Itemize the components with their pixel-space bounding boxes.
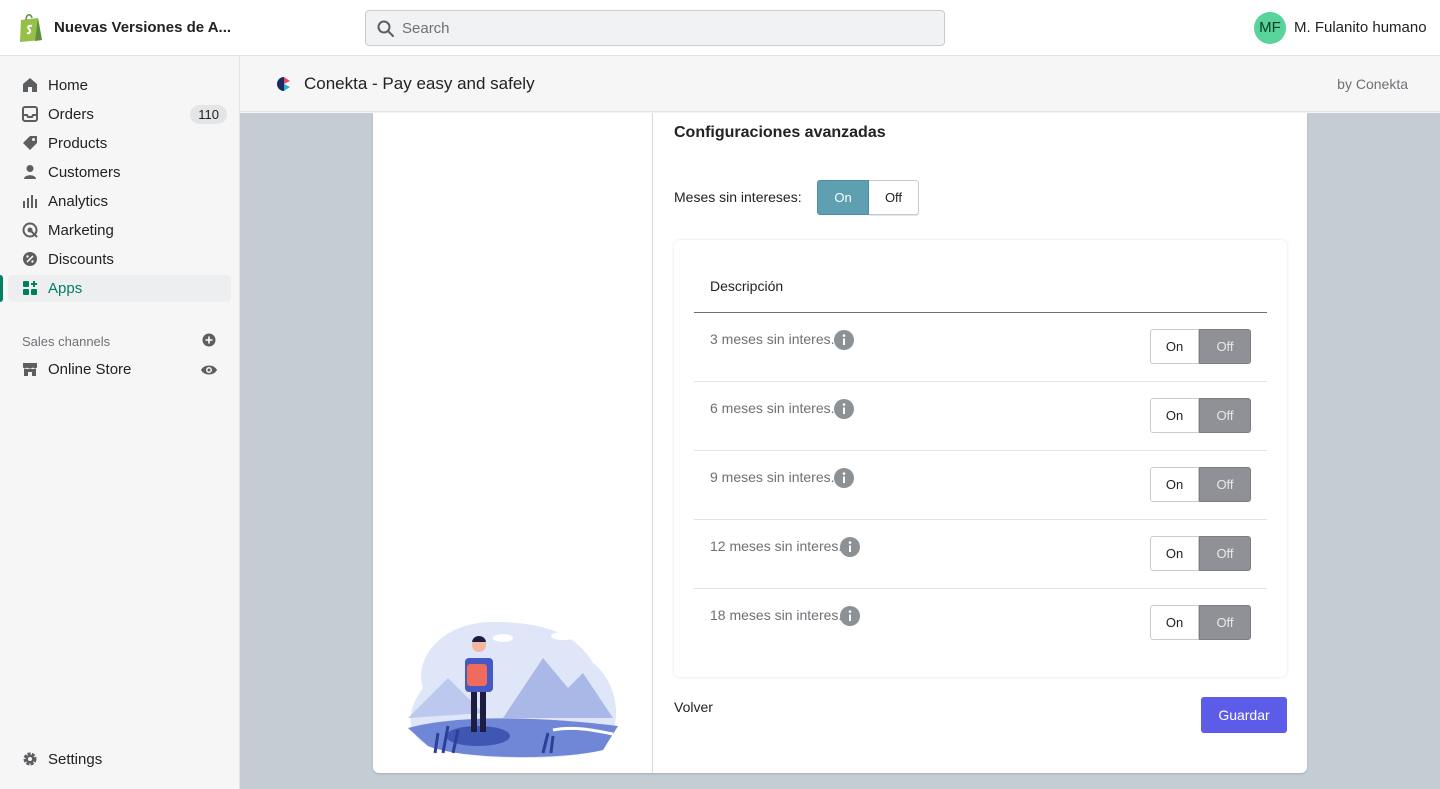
description-column-header: Descripción <box>710 278 784 294</box>
person-icon <box>24 165 36 179</box>
installment-off-button[interactable]: Off <box>1199 605 1251 640</box>
installment-toggle: On Off <box>1150 536 1251 571</box>
orders-count-badge: 110 <box>190 105 227 124</box>
search-bar[interactable] <box>365 10 945 46</box>
installment-row-6: 6 meses sin interes. On Off <box>694 382 1267 451</box>
tag-icon <box>23 136 37 150</box>
installment-toggle: On Off <box>1150 605 1251 640</box>
add-circle-icon[interactable] <box>202 333 216 347</box>
app-content: Configuraciones avanzadas Meses sin inte… <box>240 113 1440 789</box>
eye-icon[interactable] <box>200 363 218 377</box>
sidebar-item-label: Online Store <box>48 361 132 378</box>
installment-on-button[interactable]: On <box>1150 605 1199 640</box>
sidebar-item-label: Settings <box>48 751 103 768</box>
sidebar-item-home[interactable]: Home <box>8 72 231 99</box>
sidebar-item-label: Apps <box>48 280 83 297</box>
installment-label: 3 meses sin interes. <box>710 331 835 347</box>
sidebar-item-analytics[interactable]: Analytics <box>8 188 231 215</box>
sidebar-item-label: Orders <box>48 106 94 123</box>
store-name[interactable]: Nuevas Versiones de A... <box>54 19 231 36</box>
installment-label: 9 meses sin interes. <box>710 469 835 485</box>
sidebar-item-products[interactable]: Products <box>8 130 231 157</box>
config-card: Configuraciones avanzadas Meses sin inte… <box>373 113 1307 773</box>
installment-on-button[interactable]: On <box>1150 329 1199 364</box>
save-button[interactable]: Guardar <box>1201 697 1287 733</box>
store-icon <box>23 363 37 376</box>
home-icon <box>23 78 37 92</box>
info-icon[interactable] <box>834 399 854 419</box>
meses-on-button[interactable]: On <box>817 180 869 215</box>
orders-icon <box>22 106 38 122</box>
installment-toggle: On Off <box>1150 398 1251 433</box>
card-divider <box>652 113 653 773</box>
user-name[interactable]: M. Fulanito humano <box>1294 19 1427 36</box>
info-icon[interactable] <box>834 330 854 350</box>
installment-label: 18 meses sin interes. <box>710 607 843 623</box>
meses-sin-intereses-toggle: On Off <box>817 180 919 215</box>
meses-sin-intereses-label: Meses sin intereses: <box>674 189 802 205</box>
sales-channels-title: Sales channels <box>22 334 111 349</box>
search-icon <box>377 20 394 37</box>
sidebar-item-settings[interactable]: Settings <box>8 746 231 773</box>
sidebar-item-label: Home <box>48 77 89 94</box>
search-input[interactable] <box>402 11 932 45</box>
shopify-bag-icon[interactable] <box>18 12 44 42</box>
installment-off-button[interactable]: Off <box>1199 467 1251 502</box>
installment-off-button[interactable]: Off <box>1199 536 1251 571</box>
installment-label: 12 meses sin interes. <box>710 538 843 554</box>
app-title: Conekta - Pay easy and safely <box>304 74 535 93</box>
info-icon[interactable] <box>840 606 860 626</box>
sidebar-item-label: Marketing <box>48 222 114 239</box>
sidebar-item-orders[interactable]: Orders 110 <box>8 101 231 128</box>
meses-off-button[interactable]: Off <box>869 180 919 215</box>
installment-off-button[interactable]: Off <box>1199 398 1251 433</box>
installment-off-button[interactable]: Off <box>1199 329 1251 364</box>
sidebar-item-apps[interactable]: Apps <box>0 275 231 302</box>
info-icon[interactable] <box>834 468 854 488</box>
sidebar-item-label: Products <box>48 135 108 152</box>
sidebar-item-customers[interactable]: Customers <box>8 159 231 186</box>
back-link[interactable]: Volver <box>674 699 713 715</box>
hiker-illustration <box>408 621 618 758</box>
discount-icon <box>23 252 37 266</box>
analytics-icon <box>23 195 37 208</box>
info-icon[interactable] <box>840 537 860 557</box>
installment-toggle: On Off <box>1150 467 1251 502</box>
installment-row-9: 9 meses sin interes. On Off <box>694 451 1267 520</box>
installment-label: 6 meses sin interes. <box>710 400 835 416</box>
app-header: Conekta - Pay easy and safely by Conekta <box>240 56 1440 112</box>
installment-on-button[interactable]: On <box>1150 398 1199 433</box>
top-bar: Nuevas Versiones de A... MF M. Fulanito … <box>0 0 1440 56</box>
apps-icon <box>23 281 37 295</box>
sidebar-item-label: Customers <box>48 164 121 181</box>
installment-toggle: On Off <box>1150 329 1251 364</box>
sidebar-item-label: Discounts <box>48 251 114 268</box>
conekta-logo-icon <box>277 77 290 91</box>
sidebar-item-discounts[interactable]: Discounts <box>8 246 231 273</box>
avatar[interactable]: MF <box>1254 12 1286 44</box>
installment-row-18: 18 meses sin interes. On Off <box>694 589 1267 658</box>
gear-icon <box>23 752 37 766</box>
installment-row-3: 3 meses sin interes. On Off <box>694 313 1267 382</box>
installments-table: Descripción 3 meses sin interes. On Off … <box>674 240 1287 677</box>
installment-row-12: 12 meses sin interes. On Off <box>694 520 1267 589</box>
app-developer: by Conekta <box>1337 76 1408 92</box>
installment-on-button[interactable]: On <box>1150 536 1199 571</box>
marketing-icon <box>22 222 38 238</box>
sidebar-item-online-store[interactable]: Online Store <box>8 356 231 383</box>
sidebar-item-marketing[interactable]: Marketing <box>8 217 231 244</box>
installment-on-button[interactable]: On <box>1150 467 1199 502</box>
advanced-settings-title: Configuraciones avanzadas <box>674 124 886 141</box>
sidebar: Home Orders 110 Products Customers Analy… <box>0 56 240 789</box>
sidebar-item-label: Analytics <box>48 193 109 210</box>
